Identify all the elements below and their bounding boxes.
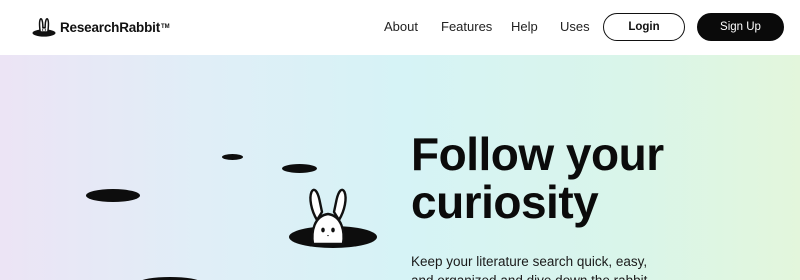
- nav-features[interactable]: Features: [441, 18, 492, 36]
- rabbit-hole-decoration: [86, 189, 140, 202]
- login-button[interactable]: Login: [603, 13, 685, 41]
- signup-button[interactable]: Sign Up: [697, 13, 784, 41]
- hero-title-line1: Follow your: [411, 128, 664, 180]
- rabbit-mascot: [309, 188, 347, 246]
- hero-subtitle: Keep your literature search quick, easy,…: [411, 254, 648, 280]
- hero-section: Follow your curiosity Keep your literatu…: [0, 55, 800, 280]
- hero-title-line2: curiosity: [411, 176, 599, 228]
- logo-link[interactable]: ResearchRabbit TM: [32, 14, 170, 40]
- nav-about[interactable]: About: [384, 18, 418, 36]
- trademark: TM: [161, 24, 170, 30]
- rabbit-logo-icon: [32, 16, 56, 38]
- rabbit-hole-decoration: [282, 164, 317, 173]
- brand-name: ResearchRabbit: [60, 19, 160, 35]
- hero-title: Follow your curiosity: [411, 130, 791, 226]
- site-header: ResearchRabbit TM About Features Help Use…: [0, 0, 800, 55]
- rabbit-hole-decoration: [222, 154, 243, 160]
- nav-uses[interactable]: Uses: [560, 18, 590, 36]
- nav-help[interactable]: Help: [511, 18, 538, 36]
